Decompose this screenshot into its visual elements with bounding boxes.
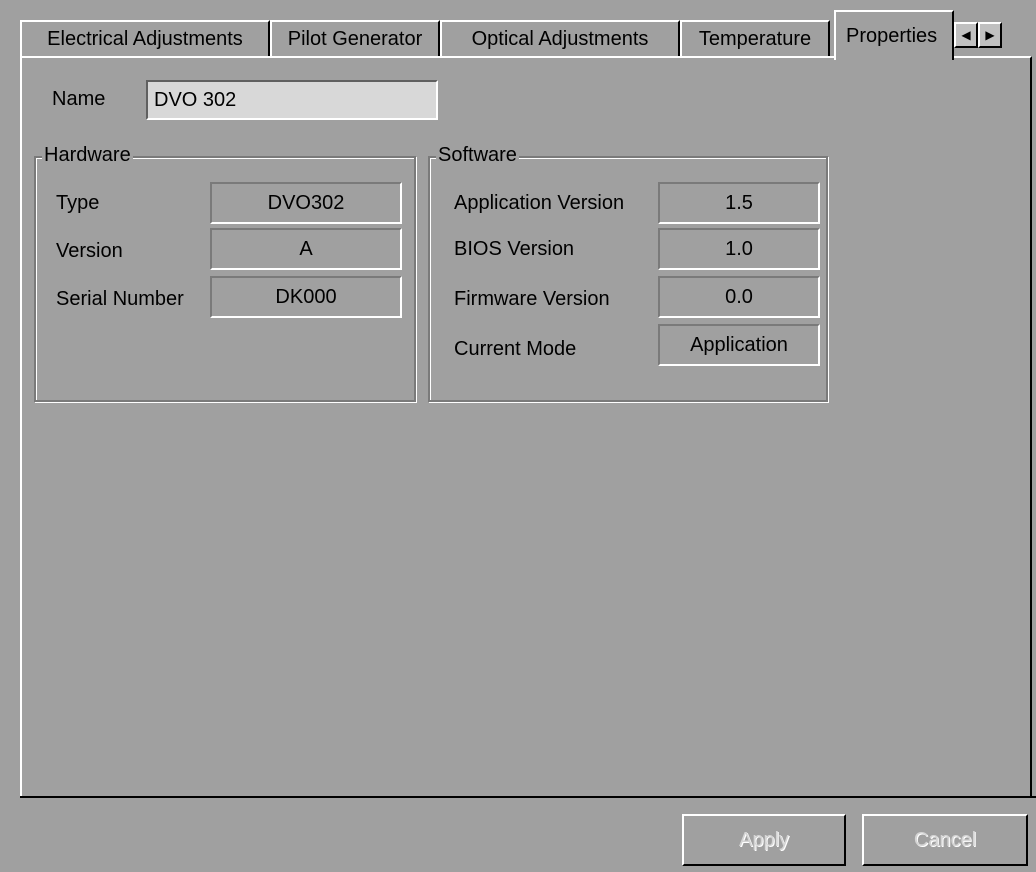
tab-electrical-adjustments[interactable]: Electrical Adjustments bbox=[20, 20, 270, 56]
type-label: Type bbox=[56, 192, 100, 214]
bios-version-value-text: 1.0 bbox=[725, 237, 753, 260]
type-value-text: DVO302 bbox=[267, 191, 345, 214]
version-value: A bbox=[210, 228, 402, 270]
cancel-button[interactable]: Cancel bbox=[862, 814, 1028, 866]
apply-button-label: Apply bbox=[738, 828, 790, 851]
right-arrow-icon: ▶ bbox=[985, 28, 995, 42]
current-mode-value-text: Application bbox=[690, 333, 788, 356]
tab-label: Pilot Generator bbox=[287, 27, 423, 50]
tab-optical-adjustments[interactable]: Optical Adjustments bbox=[440, 20, 680, 56]
tab-pilot-generator[interactable]: Pilot Generator bbox=[270, 20, 440, 56]
tab-properties[interactable]: Properties bbox=[834, 10, 954, 60]
application-version-label: Application Version bbox=[454, 192, 625, 214]
application-version-value-text: 1.5 bbox=[725, 191, 753, 214]
tab-label: Properties bbox=[846, 24, 938, 47]
tab-scroll-right-button[interactable]: ▶ bbox=[978, 22, 1002, 48]
hardware-group-title: Hardware bbox=[42, 144, 133, 167]
name-input[interactable] bbox=[146, 80, 438, 120]
tab-label: Electrical Adjustments bbox=[47, 27, 243, 50]
serial-number-label: Serial Number bbox=[56, 288, 184, 310]
tab-temperature[interactable]: Temperature bbox=[680, 20, 830, 56]
tab-scroll-left-button[interactable]: ◀ bbox=[954, 22, 978, 48]
type-value: DVO302 bbox=[210, 182, 402, 224]
cancel-button-label: Cancel bbox=[913, 828, 977, 851]
current-mode-label: Current Mode bbox=[454, 338, 577, 360]
bios-version-label: BIOS Version bbox=[454, 238, 575, 260]
tab-strip: Electrical Adjustments Pilot Generator O… bbox=[20, 10, 1036, 60]
current-mode-value: Application bbox=[658, 324, 820, 366]
application-version-value: 1.5 bbox=[658, 182, 820, 224]
bottom-separator bbox=[20, 796, 1036, 798]
firmware-version-label: Firmware Version bbox=[454, 288, 610, 310]
left-arrow-icon: ◀ bbox=[961, 28, 971, 42]
software-group-title: Software bbox=[436, 144, 519, 167]
version-label: Version bbox=[56, 240, 123, 262]
version-value-text: A bbox=[299, 237, 313, 260]
tab-label: Temperature bbox=[698, 27, 812, 50]
serial-number-value-text: DK000 bbox=[275, 285, 337, 308]
apply-button[interactable]: Apply bbox=[682, 814, 846, 866]
firmware-version-value-text: 0.0 bbox=[725, 285, 753, 308]
serial-number-value: DK000 bbox=[210, 276, 402, 318]
firmware-version-value: 0.0 bbox=[658, 276, 820, 318]
name-label: Name bbox=[52, 88, 106, 110]
tab-label: Optical Adjustments bbox=[471, 27, 649, 50]
bios-version-value: 1.0 bbox=[658, 228, 820, 270]
